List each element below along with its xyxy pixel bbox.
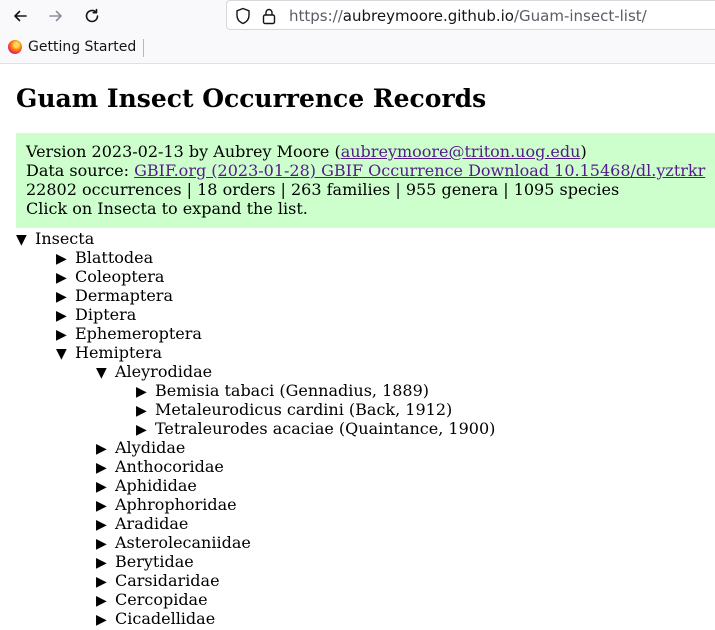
tree-node-label[interactable]: Coleoptera [75, 267, 164, 286]
back-button[interactable] [8, 4, 32, 28]
firefox-icon [8, 40, 22, 54]
triangle-right-icon[interactable]: ▶ [96, 611, 115, 630]
tree-node-label[interactable]: Aphrophoridae [115, 495, 237, 514]
url-path: /Guam-insect-list/ [513, 7, 647, 25]
lock-icon[interactable] [261, 7, 277, 30]
tree-node-label[interactable]: Aphididae [115, 476, 197, 495]
tree-node-label[interactable]: Blattodea [75, 248, 153, 267]
shield-icon[interactable] [235, 7, 251, 30]
tree-node[interactable]: ▶ Aphrophoridae [96, 495, 237, 516]
reload-button[interactable] [80, 4, 104, 28]
tree-node[interactable]: ▶ Dermaptera [56, 286, 173, 307]
url-text[interactable]: https://aubreymoore.github.io/Guam-insec… [289, 6, 647, 26]
url-bar[interactable]: https://aubreymoore.github.io/Guam-insec… [226, 0, 715, 30]
instruction-line: Click on Insecta to expand the list. [26, 199, 308, 218]
page-title: Guam Insect Occurrence Records [16, 84, 487, 113]
tree-node[interactable]: ▶ Anthocoridae [96, 457, 224, 478]
version-suffix: ) [580, 142, 587, 161]
bookmark-label: Getting Started [28, 39, 137, 55]
tree-node[interactable]: ▼ Aleyrodidae [96, 362, 212, 383]
tree-node[interactable]: ▶ Cicadellidae [96, 609, 215, 630]
bookmark-separator [143, 39, 144, 57]
tree-node-label[interactable]: Metaleurodicus cardini (Back, 1912) [155, 400, 452, 419]
version-text: Version 2023-02-13 by Aubrey Moore ( [26, 142, 341, 161]
bookmarks-bar: Getting Started [0, 32, 715, 64]
tree-node[interactable]: ▶ Berytidae [96, 552, 194, 573]
version-line: Version 2023-02-13 by Aubrey Moore (aubr… [26, 142, 715, 161]
tree-node-label[interactable]: Alydidae [115, 438, 185, 457]
tree-node-label[interactable]: Dermaptera [75, 286, 173, 305]
forward-button[interactable] [44, 4, 68, 28]
tree-node-label[interactable]: Aradidae [115, 514, 188, 533]
page-content: Guam Insect Occurrence Records Version 2… [0, 64, 715, 628]
triangle-down-icon[interactable]: ▼ [56, 345, 75, 364]
tree-node[interactable]: ▶ Tetraleurodes acaciae (Quaintance, 1900… [136, 419, 495, 440]
browser-toolbar: https://aubreymoore.github.io/Guam-insec… [0, 0, 715, 32]
triangle-down-icon[interactable]: ▼ [16, 231, 35, 250]
tree-node[interactable]: ▶ Asterolecaniidae [96, 533, 251, 554]
arrow-left-icon [14, 10, 27, 22]
tree-node[interactable]: ▶ Diptera [56, 305, 136, 326]
tree-node[interactable]: ▶ Metaleurodicus cardini (Back, 1912) [136, 400, 452, 421]
tree-node-label[interactable]: Bemisia tabaci (Gennadius, 1889) [155, 381, 429, 400]
source-line: Data source: GBIF.org (2023-01-28) GBIF … [26, 161, 715, 180]
source-link[interactable]: GBIF.org (2023-01-28) GBIF Occurrence Do… [134, 161, 705, 180]
tree-node-label[interactable]: Hemiptera [75, 343, 162, 362]
tree-node[interactable]: ▶ Alydidae [96, 438, 185, 459]
tree-node-label[interactable]: Diptera [75, 305, 136, 324]
tree-node[interactable]: ▶ Bemisia tabaci (Gennadius, 1889) [136, 381, 429, 402]
triangle-down-icon[interactable]: ▼ [96, 364, 115, 383]
tree-node-label[interactable]: Anthocoridae [115, 457, 224, 476]
source-label: Data source: [26, 161, 135, 180]
url-scheme: https:// [289, 7, 343, 25]
tree-node-label[interactable]: Berytidae [115, 552, 194, 571]
tree-node-label[interactable]: Insecta [35, 229, 94, 248]
tree-node-label[interactable]: Tetraleurodes acaciae (Quaintance, 1900) [155, 419, 495, 438]
tree-node-label[interactable]: Cicadellidae [115, 609, 215, 628]
url-host: aubreymoore.github.io [342, 7, 514, 25]
tree-node-label[interactable]: Aleyrodidae [115, 362, 212, 381]
tree-node[interactable]: ▶ Carsidaridae [96, 571, 220, 592]
email-link[interactable]: aubreymoore@triton.uog.edu [341, 142, 581, 161]
tree-node[interactable]: ▶ Coleoptera [56, 267, 164, 288]
tree-node[interactable]: ▼ Hemiptera [56, 343, 162, 364]
tree-node[interactable]: ▶ Aphididae [96, 476, 197, 497]
info-box: Version 2023-02-13 by Aubrey Moore (aubr… [16, 133, 715, 228]
tree-node[interactable]: ▶ Ephemeroptera [56, 324, 202, 345]
tree-node[interactable]: ▶ Aradidae [96, 514, 188, 535]
arrow-right-icon [49, 10, 62, 22]
tree-node-label[interactable]: Ephemeroptera [75, 324, 202, 343]
tree-node[interactable]: ▶ Cercopidae [96, 590, 208, 611]
reload-icon [85, 8, 99, 23]
tree-node-label[interactable]: Carsidaridae [115, 571, 220, 590]
tree-node[interactable]: ▶ Blattodea [56, 248, 153, 269]
bookmark-getting-started[interactable]: Getting Started [8, 39, 136, 55]
tree-node-label[interactable]: Cercopidae [115, 590, 208, 609]
tree-node-label[interactable]: Asterolecaniidae [115, 533, 251, 552]
tree-node[interactable]: ▼ Insecta [16, 229, 94, 250]
stats-line: 22802 occurrences | 18 orders | 263 fami… [26, 180, 620, 199]
